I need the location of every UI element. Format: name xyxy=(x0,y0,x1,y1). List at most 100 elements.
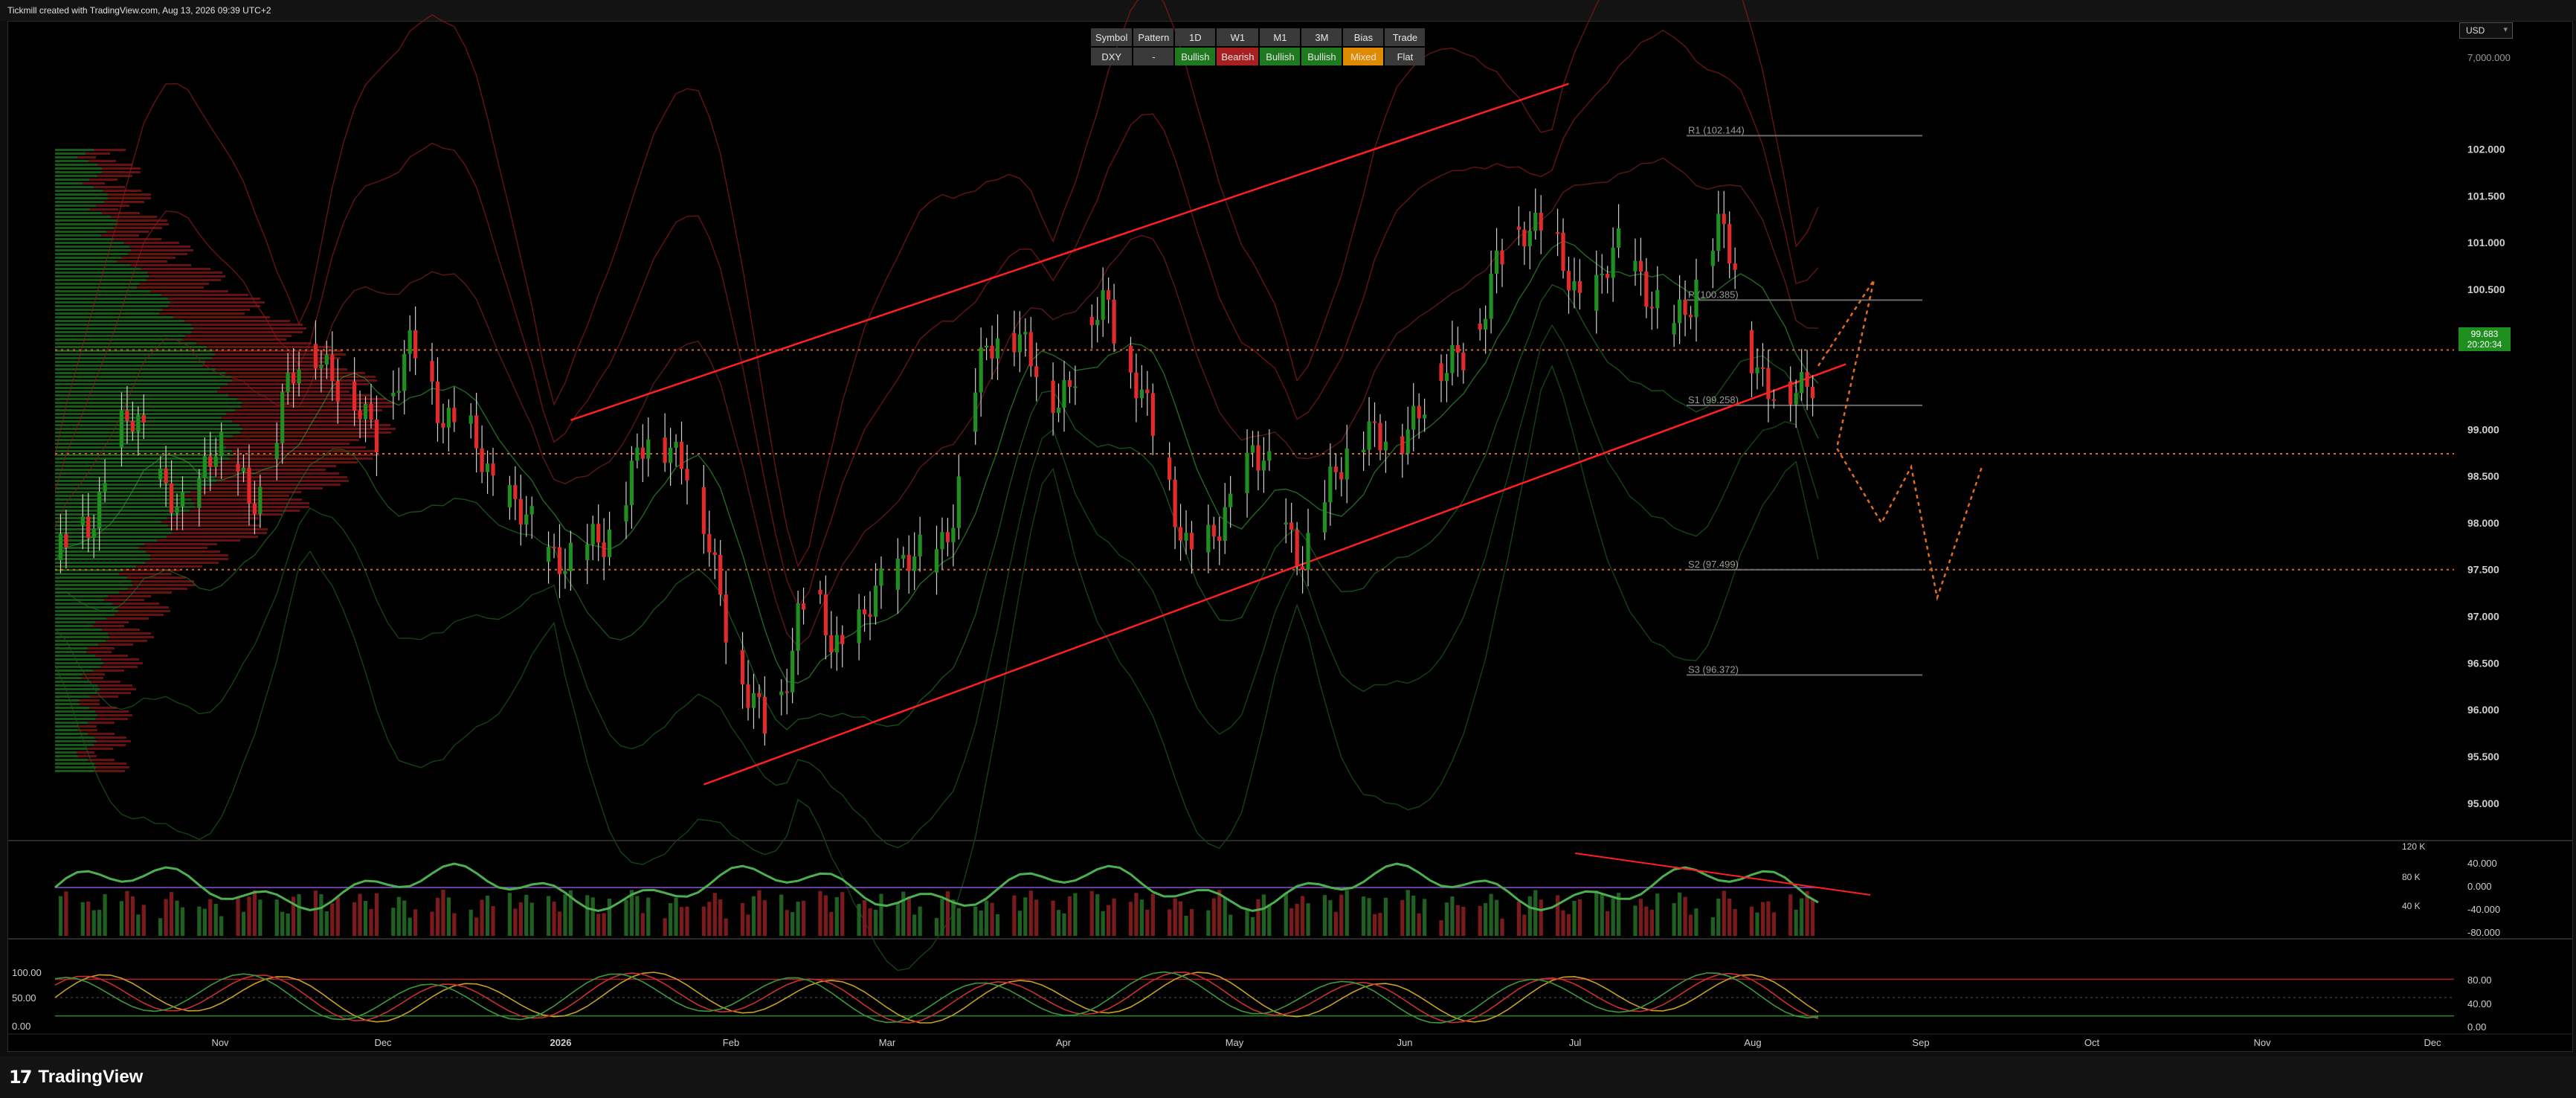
candle-body xyxy=(895,558,900,590)
pane3-left-tick: 0.00 xyxy=(12,1021,30,1032)
candle-body xyxy=(984,345,989,347)
candle-body xyxy=(524,514,529,525)
profile-bar-buy xyxy=(55,484,212,486)
volume-bar xyxy=(840,892,845,936)
volume-bar xyxy=(1800,898,1804,936)
candle-body xyxy=(1655,289,1660,309)
candle-body xyxy=(335,381,340,402)
profile-bar-buy xyxy=(55,231,106,233)
profile-bar-buy xyxy=(55,335,185,337)
volume-bar xyxy=(901,891,906,936)
currency-select[interactable]: USD ▾ xyxy=(2459,22,2513,39)
volume-bar xyxy=(430,911,434,936)
volume-bar xyxy=(1405,890,1410,936)
profile-bar-sell xyxy=(168,305,260,307)
profile-bar-buy xyxy=(55,391,217,393)
profile-bar-buy xyxy=(55,480,216,482)
profile-bar-sell xyxy=(91,681,120,683)
profile-bar-buy xyxy=(55,729,78,731)
candle-body xyxy=(241,467,246,472)
pane2-right-tick: 0.000 xyxy=(2467,881,2492,892)
candle-body xyxy=(236,463,240,472)
volume-bar xyxy=(1211,898,1216,936)
candle-body xyxy=(1444,373,1449,382)
profile-bar-buy xyxy=(55,584,132,586)
candle-body xyxy=(724,594,728,643)
volume-bar xyxy=(1284,892,1288,936)
tradingview-logo[interactable]: 17 TradingView xyxy=(9,1067,143,1088)
candle-body xyxy=(796,603,800,651)
profile-bar-buy xyxy=(55,662,103,664)
profile-bar-buy xyxy=(55,219,117,222)
volume-bar xyxy=(1333,911,1338,936)
volume-bar xyxy=(1173,898,1177,936)
candle-body xyxy=(1572,280,1577,291)
volume-bar xyxy=(679,907,684,936)
profile-bar-sell xyxy=(222,461,358,463)
volume-bar xyxy=(701,906,706,936)
volume-bar xyxy=(1345,890,1349,936)
profile-bar-sell xyxy=(230,458,373,460)
volume-bar xyxy=(236,896,240,936)
candle-body xyxy=(280,391,285,443)
volume-bar xyxy=(480,899,484,936)
profile-bar-sell xyxy=(108,632,151,635)
candle-body xyxy=(1810,386,1815,399)
price-tick-label: 97.500 xyxy=(2467,564,2499,576)
profile-bar-sell xyxy=(168,298,260,300)
profile-bar-buy xyxy=(55,290,150,292)
volume-bar xyxy=(330,903,335,936)
profile-bar-buy xyxy=(55,257,121,259)
profile-bar-buy xyxy=(55,443,217,445)
candle-body xyxy=(1788,381,1793,405)
volume-bar xyxy=(646,897,651,936)
volume-bar xyxy=(640,913,645,936)
chart-canvas[interactable]: R1 (102.144)P (100.385)S1 (99.258)S2 (97… xyxy=(0,0,2576,1056)
profile-bar-sell xyxy=(233,435,379,437)
profile-bar-buy xyxy=(55,286,137,289)
candle-body xyxy=(518,498,523,525)
volume-bar xyxy=(596,914,601,936)
candle-body xyxy=(1173,479,1177,527)
volume-bar xyxy=(712,893,717,936)
profile-bar-buy xyxy=(55,710,95,713)
volume-bar xyxy=(1766,901,1771,936)
candle-body xyxy=(1051,380,1055,414)
volume-bar xyxy=(1683,896,1687,936)
candle-body xyxy=(674,441,678,448)
profile-bar-sell xyxy=(172,528,268,530)
profile-bar-sell xyxy=(104,599,144,601)
candle-body xyxy=(1649,306,1654,309)
candle-body xyxy=(408,330,412,354)
profile-bar-sell xyxy=(78,729,97,731)
volume-bar xyxy=(1478,905,1482,936)
pivot-label: S2 (97.499) xyxy=(1688,559,1739,570)
candle-body xyxy=(324,354,329,365)
profile-bar-sell xyxy=(173,316,270,318)
profile-bar-buy xyxy=(55,558,150,560)
volume-bar xyxy=(602,913,606,936)
volume-bar xyxy=(274,899,279,936)
volume-bar xyxy=(1112,898,1116,936)
profile-bar-sell xyxy=(162,309,250,311)
volume-bar xyxy=(169,892,174,936)
profile-bar-sell xyxy=(101,234,139,237)
profile-bar-sell xyxy=(88,733,115,735)
candle-body xyxy=(103,483,107,492)
bias-header-cell: Pattern xyxy=(1133,28,1174,46)
candle-body xyxy=(435,381,440,423)
candle-body xyxy=(1339,472,1344,480)
time-tick-label: Jul xyxy=(1569,1037,1582,1048)
profile-bar-buy xyxy=(55,536,167,538)
candle-body xyxy=(1461,352,1466,370)
profile-bar-buy xyxy=(55,629,102,631)
candle-body xyxy=(1383,441,1388,451)
volume-bar xyxy=(762,900,767,936)
profile-bar-buy xyxy=(55,264,130,266)
candle-body xyxy=(1245,452,1249,494)
bias-value-cell: Bullish xyxy=(1260,48,1301,65)
profile-bar-buy xyxy=(55,193,108,196)
candle-body xyxy=(1328,466,1333,503)
candle-body xyxy=(823,594,828,635)
profile-bar-sell xyxy=(226,413,366,415)
